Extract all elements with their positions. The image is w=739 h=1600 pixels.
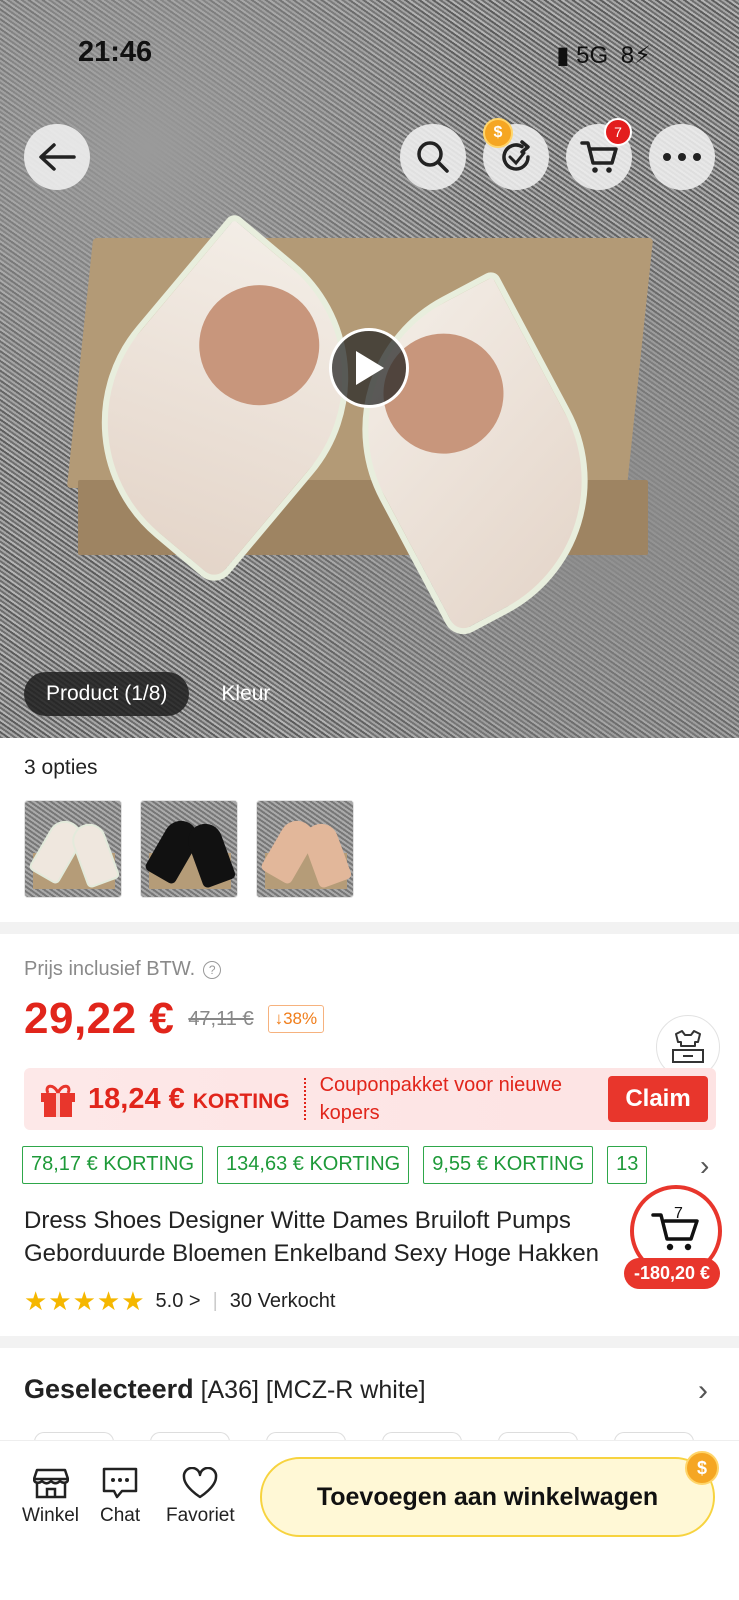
option-thumbnail-nude[interactable] [256,800,354,898]
discount-chip[interactable]: 13 [607,1146,648,1184]
option-thumbnail-black[interactable] [140,800,238,898]
section-divider [0,1336,739,1348]
cart-count-badge: 7 [604,118,632,146]
original-price: 47,11 € [188,1007,254,1030]
price-row: 29,22 € 47,11 € ↓38% [24,994,325,1044]
signal-icon: ▮ [556,42,577,69]
discount-chip[interactable]: 78,17 € KORTING [22,1146,204,1184]
price-note: Prijs inclusief BTW. ? [24,958,222,981]
store-label: Winkel [22,1505,80,1526]
info-icon[interactable]: ? [203,960,222,979]
star-rating-icon: ★★★★★ [24,1286,146,1316]
status-indicators: ▮ 5G 8⚡ [556,41,651,70]
selected-value: [A36] [MCZ-R white] [200,1376,426,1404]
rating-value[interactable]: 5.0 > [156,1290,201,1313]
option-thumbnail-white[interactable] [24,800,122,898]
options-count: 3 opties [24,756,98,779]
favorite-label: Favoriet [166,1505,235,1526]
selected-variant-row[interactable]: Geselecteerd [A36] [MCZ-R white] [24,1374,426,1405]
coin-icon: $ [483,118,513,148]
cart-savings-badge: -180,20 € [624,1258,721,1289]
tab-color[interactable]: Kleur [199,672,292,716]
section-divider [0,922,739,934]
product-title: Dress Shoes Designer Witte Dames Bruilof… [24,1204,652,1270]
product-title-line: Geborduurde Bloemen Enkelband Sexy Hoge … [24,1240,600,1267]
product-title-line: Dress Shoes Designer Witte Dames Bruilof… [24,1207,571,1234]
heart-icon [183,1467,218,1499]
current-price: 29,22 € [24,994,175,1043]
more-icon [663,153,701,161]
coupon-amount: 18,24 € [88,1082,185,1115]
tab-product[interactable]: Product (1/8) [24,672,190,716]
bottom-action-bar: Winkel Chat Favoriet Toevoegen aan winke… [0,1440,739,1600]
share-button[interactable]: $ [483,118,549,190]
product-image[interactable]: 21:46 ▮ 5G 8⚡ $ 7 Product (1/8) Kleur [0,0,739,738]
battery-icon: 8⚡ [620,42,651,69]
coupon-description: Couponpakket voor nieuwe kopers [319,1074,562,1124]
search-button[interactable] [400,124,466,190]
rating-separator: | [212,1290,218,1312]
back-button[interactable] [24,124,90,190]
chat-icon [102,1467,138,1499]
discount-chip[interactable]: 9,55 € KORTING [423,1146,594,1184]
media-tabs: Product (1/8) Kleur [24,672,292,716]
chevron-right-icon[interactable]: › [700,1150,709,1182]
clothes-box-icon [672,1030,704,1063]
status-time: 21:46 [78,36,153,68]
selected-label: Geselecteerd [24,1374,194,1404]
add-to-cart-button[interactable]: Toevoegen aan winkelwagen [260,1457,715,1537]
discount-badge: ↓38% [267,1005,325,1033]
coupon-separator [303,1078,306,1120]
floating-cart-count: 7 [674,1205,683,1222]
rating-row: ★★★★★ 5.0 > | 30 Verkocht [24,1286,335,1317]
coupon-off-label: KORTING [192,1090,290,1113]
favorite-button[interactable]: Favoriet [166,1467,235,1527]
discount-chip[interactable]: 134,63 € KORTING [217,1146,410,1184]
discount-chips: 78,17 € KORTING 134,63 € KORTING 9,55 € … [22,1146,712,1184]
play-icon [356,351,384,385]
battery-level: 8 [620,42,635,69]
cart-button[interactable]: 7 [566,118,632,190]
more-button[interactable] [649,124,715,190]
status-bar: 21:46 ▮ 5G 8⚡ [0,36,739,76]
chat-button[interactable]: Chat [100,1467,140,1527]
store-button[interactable]: Winkel [22,1467,79,1527]
chat-label: Chat [100,1505,141,1526]
coin-icon: $ [685,1451,719,1485]
search-icon [417,141,449,173]
arrow-left-icon [39,143,76,171]
store-icon [32,1468,69,1499]
gift-icon [38,1079,78,1119]
chevron-right-icon[interactable]: › [698,1374,708,1408]
price-note-text: Prijs inclusief BTW. [24,958,196,980]
coupon-banner[interactable]: 18,24 € KORTING Couponpakket voor nieuwe… [24,1068,716,1130]
play-video-button[interactable] [329,328,409,408]
option-thumbnails [24,800,354,898]
sold-count: 30 Verkocht [229,1290,336,1312]
claim-button[interactable]: Claim [608,1076,708,1122]
network-label: 5G [576,42,609,69]
